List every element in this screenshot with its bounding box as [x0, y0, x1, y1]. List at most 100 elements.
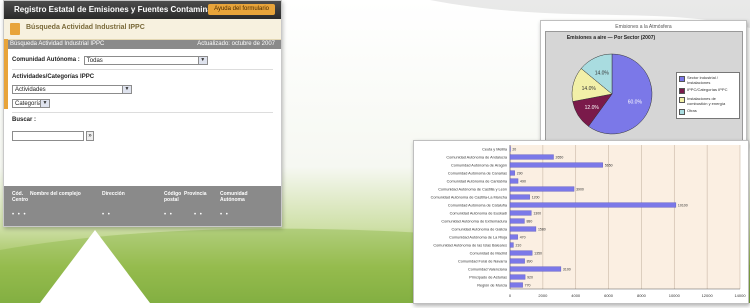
activity-select-value: Actividades	[15, 86, 46, 93]
bar	[509, 162, 603, 168]
pie-slice-label: 14.0%	[582, 86, 597, 92]
x-tick-label: 2000	[538, 293, 548, 298]
emissions-search-window: Registro Estatal de Emisiones y Fuentes …	[3, 0, 282, 227]
bar-value-label: 290	[517, 171, 523, 175]
search-input[interactable]	[12, 131, 84, 141]
x-tick-label: 10000	[669, 293, 681, 298]
ccaa-select[interactable]: Todas ▼	[83, 55, 208, 65]
bar-value-label: 1200	[532, 195, 540, 199]
bar	[509, 266, 562, 272]
column-header: Dirección	[102, 191, 125, 197]
table-cell: • •	[102, 212, 111, 218]
bar-value-label: 920	[527, 275, 533, 279]
legend-item: IPPC/Categorías IPPC	[679, 87, 737, 94]
category-label: Comunidad Autónoma de Euskadi	[450, 212, 508, 216]
pie-slice-label: 14.0%	[595, 70, 610, 76]
table-cell: • • •	[12, 212, 27, 218]
bar-value-label: 5650	[605, 163, 613, 167]
bar-value-label: 1300	[533, 211, 541, 215]
category-label: Comunidad Autónoma de Castilla-La Mancha	[431, 196, 508, 200]
x-tick-label: 0	[509, 293, 512, 298]
category-label: Principado de Asturias	[469, 276, 507, 280]
bar-value-label: 470	[520, 235, 526, 239]
category-label: Región de Murcia	[477, 284, 508, 288]
bar-value-label: 1350	[534, 251, 542, 255]
band-right-text: Actualizado: octubre de 2007	[197, 41, 275, 47]
accent-strip	[4, 39, 8, 109]
bar	[509, 242, 514, 248]
divider	[12, 69, 273, 70]
bar-value-label: 210	[515, 243, 521, 247]
legend-item: Otras	[679, 108, 737, 115]
bar-value-label: 10100	[678, 203, 688, 207]
chevron-down-icon[interactable]: ▼	[122, 85, 131, 93]
search-go-button[interactable]: »	[86, 131, 94, 141]
section-marker-icon	[10, 23, 20, 35]
section-title: Búsqueda Actividad Industrial IPPC	[26, 24, 145, 31]
legend-swatch	[679, 109, 685, 115]
pie-window-header: Emisiones a la Atmósfera	[615, 24, 672, 30]
band-left-text: Búsqueda Actividad Industrial IPPC	[10, 41, 105, 47]
category-label: Comunidad Autónoma de Castilla y León	[438, 188, 507, 192]
chevron-down-icon[interactable]: ▼	[197, 56, 207, 64]
bar	[509, 178, 519, 184]
search-label: Buscar :	[12, 117, 37, 123]
bar	[509, 258, 525, 264]
bar	[509, 170, 515, 176]
bar-value-label: 3100	[563, 267, 571, 271]
table-cell: • •	[194, 212, 203, 218]
table-cell: • •	[164, 212, 173, 218]
x-tick-label: 8000	[637, 293, 647, 298]
category-label: Comunidad Autónoma de Extremadura	[441, 220, 508, 224]
category-label: Ceuta y Melilla	[482, 148, 508, 152]
bar	[509, 186, 575, 192]
info-band: Búsqueda Actividad Industrial IPPC Actua…	[4, 40, 281, 49]
bar-value-label: 1580	[538, 227, 546, 231]
bar	[509, 250, 533, 256]
bar	[509, 146, 511, 152]
category-label: Comunidad Autónoma de Cataluña	[448, 204, 508, 208]
chevron-down-icon[interactable]: ▼	[40, 99, 49, 107]
legend-swatch	[679, 76, 685, 82]
column-header: Código postal	[164, 191, 182, 203]
bar-value-label: 2650	[556, 155, 564, 159]
help-button[interactable]: Ayuda del formulario	[208, 4, 275, 15]
bar-value-label: 3900	[576, 187, 584, 191]
legend-item: Sector industrial / Instalaciones	[679, 75, 737, 85]
activity-select[interactable]: Actividades ▼	[12, 84, 132, 94]
bar-value-label: 20	[512, 147, 516, 151]
bar-chart-window: 0 2000 4000 6000 8000 10000 12000 14000 Ceuta y …	[413, 140, 749, 304]
category-label: Comunidad Autónoma de las Islas Baleares	[433, 244, 507, 248]
search-form: Comunidad Autónoma : Todas ▼ Actividades…	[4, 49, 281, 141]
divider	[12, 112, 273, 113]
bar-chart: 0 2000 4000 6000 8000 10000 12000 14000 Ceuta y …	[431, 145, 746, 298]
x-tick-label: 6000	[604, 293, 614, 298]
bar-value-label: 490	[520, 179, 526, 183]
category-label: Comunidad Autónoma de Andalucía	[446, 156, 507, 160]
window-title-bar: Registro Estatal de Emisiones y Fuentes …	[4, 1, 281, 19]
column-header: Cód. Centro	[12, 191, 29, 203]
bar	[509, 274, 526, 280]
callout-pointer	[40, 230, 150, 303]
column-header: Comunidad Autónoma	[220, 191, 248, 203]
bar-value-label: 890	[527, 259, 533, 263]
table-cell: • •	[220, 212, 229, 218]
column-header: Provincia	[184, 191, 207, 197]
bar	[509, 226, 537, 232]
category-label: Comunidad Autónoma de Canarias	[448, 172, 507, 176]
bar-value-label: 880	[526, 219, 532, 223]
bar	[509, 154, 554, 160]
window-title: Registro Estatal de Emisiones y Fuentes …	[14, 5, 229, 14]
legend-label: Instalaciones de combustión y energía	[687, 96, 726, 106]
pie-chart-window: Emisiones a la Atmósfera Emisiones a air…	[540, 20, 747, 147]
bar	[509, 234, 518, 240]
ccaa-label: Comunidad Autónoma :	[12, 57, 80, 63]
bar-value-label: 770	[525, 283, 531, 287]
x-tick-label: 4000	[571, 293, 581, 298]
legend-item: Instalaciones de combustión y energía	[679, 96, 737, 106]
pie-chart: 60.0% 12.0% 14.0% 14.0%	[571, 53, 653, 135]
pie-slice-label: 12.0%	[585, 105, 600, 111]
category-select[interactable]: Categorías ▼	[12, 98, 50, 108]
activity-label: Actividades/Categorías IPPC	[12, 74, 95, 80]
bar	[509, 210, 532, 216]
